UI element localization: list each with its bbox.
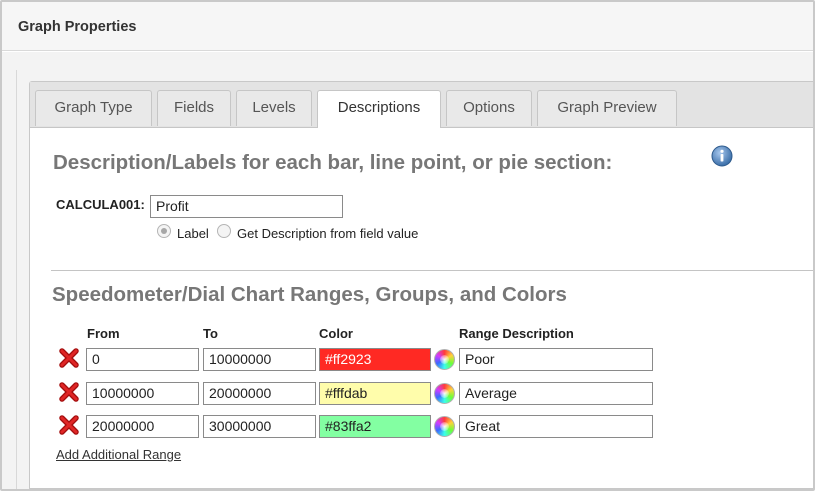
- outer-panel-edge: [16, 70, 17, 489]
- range-to-input[interactable]: 30000000: [203, 415, 316, 438]
- range-color-input[interactable]: #83ffa2: [319, 415, 431, 438]
- range-from-input[interactable]: 10000000: [86, 382, 199, 405]
- properties-panel: Graph Type Fields Levels Descriptions Op…: [29, 81, 813, 489]
- description-input[interactable]: Profit: [150, 195, 343, 218]
- range-description-input[interactable]: Poor: [459, 348, 653, 371]
- range-to-input[interactable]: 10000000: [203, 348, 316, 371]
- range-color-input[interactable]: #ff2923: [319, 348, 431, 371]
- range-to-input[interactable]: 20000000: [203, 382, 316, 405]
- color-wheel-icon[interactable]: [434, 383, 455, 404]
- descriptions-heading: Description/Labels for each bar, line po…: [53, 151, 613, 174]
- range-from-input[interactable]: 20000000: [86, 415, 199, 438]
- delete-x-icon[interactable]: [58, 414, 80, 436]
- title-bar: Graph Properties: [2, 2, 813, 51]
- label-radio[interactable]: [157, 224, 171, 238]
- range-description-input[interactable]: Average: [459, 382, 653, 405]
- color-wheel-icon[interactable]: [434, 416, 455, 437]
- add-range-link[interactable]: Add Additional Range: [56, 447, 181, 462]
- window-title: Graph Properties: [18, 19, 137, 35]
- range-description-input[interactable]: Great: [459, 415, 653, 438]
- delete-x-icon[interactable]: [58, 381, 80, 403]
- field-label: CALCULA001:: [56, 197, 145, 212]
- field-value-radio-label: Get Description from field value: [237, 226, 419, 241]
- range-from-input[interactable]: 0: [86, 348, 199, 371]
- to-column-header: To: [203, 326, 218, 341]
- color-column-header: Color: [319, 326, 353, 341]
- section-divider: [51, 270, 813, 271]
- description-column-header: Range Description: [459, 326, 574, 341]
- tab-fields[interactable]: Fields: [157, 90, 231, 126]
- from-column-header: From: [87, 326, 120, 341]
- info-icon[interactable]: [711, 145, 733, 167]
- tab-graph-type[interactable]: Graph Type: [35, 90, 152, 126]
- tab-descriptions[interactable]: Descriptions: [317, 90, 441, 128]
- ranges-heading: Speedometer/Dial Chart Ranges, Groups, a…: [52, 283, 567, 306]
- delete-x-icon[interactable]: [58, 347, 80, 369]
- tab-strip: Graph Type Fields Levels Descriptions Op…: [30, 82, 813, 128]
- field-value-radio[interactable]: [217, 224, 231, 238]
- color-wheel-icon[interactable]: [434, 349, 455, 370]
- range-color-input[interactable]: #fffdab: [319, 382, 431, 405]
- label-radio-label: Label: [177, 226, 209, 241]
- tab-levels[interactable]: Levels: [236, 90, 312, 126]
- tab-graph-preview[interactable]: Graph Preview: [537, 90, 677, 126]
- tab-options[interactable]: Options: [446, 90, 532, 126]
